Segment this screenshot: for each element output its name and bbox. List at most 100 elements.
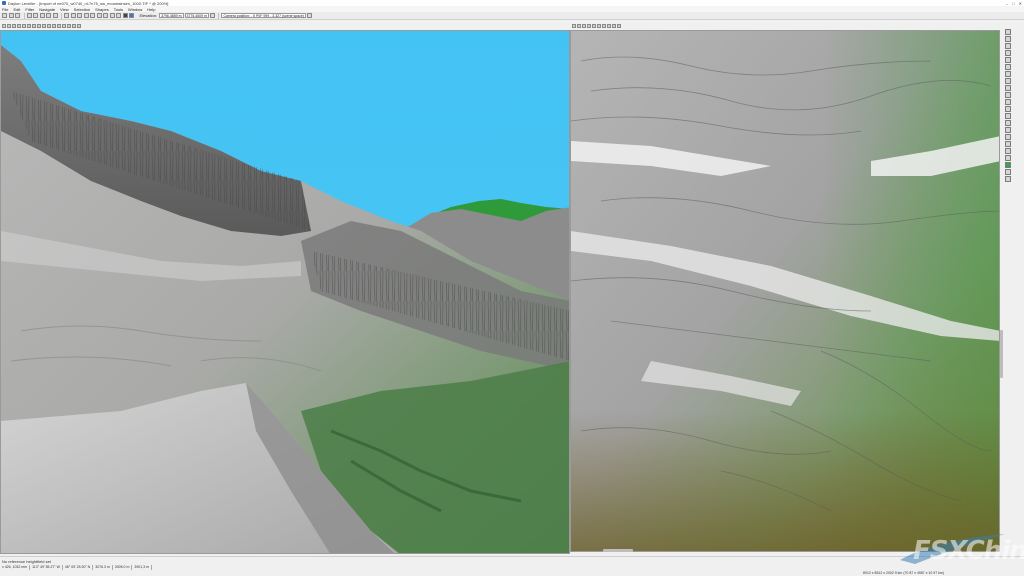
river-icon[interactable]	[1004, 148, 1011, 154]
crosshair-icon[interactable]	[1004, 50, 1011, 56]
terrain-icon[interactable]	[122, 13, 128, 18]
ridge-icon[interactable]	[1004, 141, 1011, 147]
view-camera-icon[interactable]	[47, 24, 51, 28]
menu-shapes[interactable]: Shapes	[95, 7, 109, 12]
view-ruler-icon[interactable]	[597, 24, 601, 28]
view-gradient-icon[interactable]	[587, 24, 591, 28]
status-max-elevation: 3901,3 m	[132, 565, 152, 570]
road-icon[interactable]	[1004, 155, 1011, 161]
zoom-fit-icon[interactable]	[77, 13, 82, 18]
view-grid-icon[interactable]	[592, 24, 596, 28]
redo-icon[interactable]	[52, 13, 58, 18]
view-pan-icon[interactable]	[607, 24, 611, 28]
view-grid-icon[interactable]	[37, 24, 41, 28]
zoom-in-icon[interactable]	[64, 13, 69, 18]
lower-icon[interactable]	[1004, 106, 1011, 112]
color-swatch-icon[interactable]	[1004, 162, 1011, 168]
menu-filter[interactable]: Filter	[25, 7, 34, 12]
flatten-icon[interactable]	[1004, 120, 1011, 126]
cut-icon[interactable]	[26, 13, 32, 18]
camera-reset-icon[interactable]	[307, 13, 312, 18]
pen-icon[interactable]	[1004, 78, 1011, 84]
horizontal-scrollbar[interactable]	[603, 549, 633, 552]
status-dimensions: 8912 x 8512 x 2002 9 km (70 87 x 4987 x …	[863, 571, 944, 575]
view-sky-icon[interactable]	[27, 24, 31, 28]
view-hillshade-icon[interactable]	[582, 24, 586, 28]
view-settings-icon[interactable]	[77, 24, 81, 28]
main-toolbar: Elevation: 3796.4859 m 3775.4509 m Camer…	[0, 12, 1024, 20]
vertical-scrollbar[interactable]	[1000, 330, 1003, 378]
eyedropper-icon[interactable]	[1004, 169, 1011, 175]
select-rect-icon[interactable]	[90, 13, 95, 18]
close-icon[interactable]: ✕	[1019, 1, 1022, 6]
globe-icon[interactable]	[129, 13, 134, 18]
toolbar-separator	[218, 12, 220, 19]
status-latitude: 46° 05' 25.30" N	[63, 565, 94, 570]
copy-icon[interactable]	[33, 13, 38, 18]
zoom-out-icon[interactable]	[70, 13, 76, 18]
smooth-icon[interactable]	[1004, 113, 1011, 119]
paste-icon[interactable]	[39, 13, 45, 18]
measure-icon[interactable]	[1004, 176, 1011, 182]
menu-tools[interactable]: Tools	[114, 7, 123, 12]
view-settings-icon[interactable]	[617, 24, 621, 28]
menu-edit[interactable]: Edit	[13, 7, 20, 12]
open-folder-icon[interactable]	[8, 13, 14, 18]
save-icon[interactable]	[15, 13, 20, 18]
swap-icon[interactable]	[209, 13, 215, 18]
view-zoom-icon[interactable]	[612, 24, 616, 28]
view-water-icon[interactable]	[32, 24, 36, 28]
crater-icon[interactable]	[1004, 134, 1011, 140]
view-light-icon[interactable]	[22, 24, 26, 28]
view-rotate-icon[interactable]	[62, 24, 66, 28]
lasso-icon[interactable]	[103, 13, 108, 18]
grid-icon[interactable]	[83, 13, 89, 18]
camera-position-field[interactable]: Camera position: - 5 P0F 999 - 3.327 (sc…	[221, 13, 306, 18]
view-move-icon[interactable]	[57, 24, 61, 28]
view-wireframe-icon[interactable]	[7, 24, 11, 28]
view-axes-icon[interactable]	[42, 24, 46, 28]
hand-icon[interactable]	[1004, 36, 1011, 42]
perspective-viewport[interactable]	[0, 30, 570, 554]
view-map-icon[interactable]	[572, 24, 576, 28]
zoom-icon[interactable]	[1004, 43, 1011, 49]
view-perspective-icon[interactable]	[2, 24, 6, 28]
select-ellipse-icon[interactable]	[96, 13, 102, 18]
maximize-icon[interactable]: □	[1012, 1, 1014, 6]
menu-navigate[interactable]: Navigate	[39, 7, 55, 12]
menu-file[interactable]: File	[2, 7, 8, 12]
undo-icon[interactable]	[46, 13, 51, 18]
elevation-min-field[interactable]: 3796.4859 m	[159, 13, 184, 18]
view-marker-icon[interactable]	[602, 24, 606, 28]
perspective-render	[1, 31, 569, 553]
view-zoom-icon[interactable]	[67, 24, 71, 28]
rect-select-icon[interactable]	[1004, 57, 1011, 63]
elevation-max-field[interactable]: 3775.4509 m	[184, 13, 209, 18]
view-home-icon[interactable]	[52, 24, 56, 28]
menu-view[interactable]: View	[60, 7, 69, 12]
left-view-toolbar	[2, 22, 82, 30]
menu-help[interactable]: Help	[147, 7, 155, 12]
map-viewport[interactable]	[570, 30, 1000, 552]
lasso-icon[interactable]	[1004, 71, 1011, 77]
view-texture-icon[interactable]	[17, 24, 21, 28]
brush-icon[interactable]	[1004, 85, 1011, 91]
eraser-icon[interactable]	[1004, 92, 1011, 98]
menu-window[interactable]: Window	[128, 7, 142, 12]
menu-selection[interactable]: Selection	[74, 7, 90, 12]
new-file-icon[interactable]	[2, 13, 7, 18]
status-cells: x 426, 1032 mm 113° 49' 55.27" W 46° 05'…	[0, 565, 152, 570]
brush-icon[interactable]	[109, 13, 115, 18]
watermark-text: FSXChina	[913, 536, 1024, 566]
raise-icon[interactable]	[1004, 99, 1011, 105]
watermark-logo: FSXChina	[895, 530, 1024, 570]
fill-icon[interactable]	[116, 13, 121, 18]
minimize-icon[interactable]: –	[1006, 1, 1008, 6]
right-view-toolbar	[572, 22, 622, 30]
ellipse-select-icon[interactable]	[1004, 64, 1011, 70]
view-render-icon[interactable]	[72, 24, 76, 28]
pointer-icon[interactable]	[1004, 29, 1011, 35]
view-contour-icon[interactable]	[577, 24, 581, 28]
erode-icon[interactable]	[1004, 127, 1011, 133]
view-shaded-icon[interactable]	[12, 24, 16, 28]
